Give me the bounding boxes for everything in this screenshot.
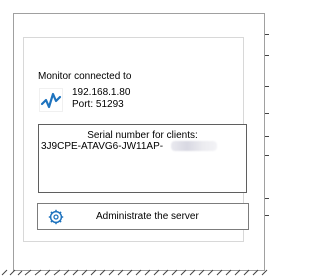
gear-icon bbox=[48, 209, 64, 225]
serial-redaction bbox=[171, 141, 217, 151]
right-clipped-content bbox=[263, 28, 271, 248]
administrate-server-label: Administrate the server bbox=[96, 211, 199, 222]
administrate-server-button[interactable]: Administrate the server bbox=[37, 203, 249, 230]
monitor-title: Monitor connected to bbox=[38, 71, 132, 82]
monitor-port: Port: 51293 bbox=[72, 99, 124, 110]
bottom-clipped-content bbox=[0, 265, 272, 276]
serial-label: Serial number for clients: bbox=[87, 130, 198, 141]
serial-box: Serial number for clients: 3J9CPE-ATAVG6… bbox=[38, 124, 247, 193]
monitor-ip: 192.168.1.80 bbox=[72, 87, 131, 98]
monitor-icon bbox=[39, 88, 63, 112]
